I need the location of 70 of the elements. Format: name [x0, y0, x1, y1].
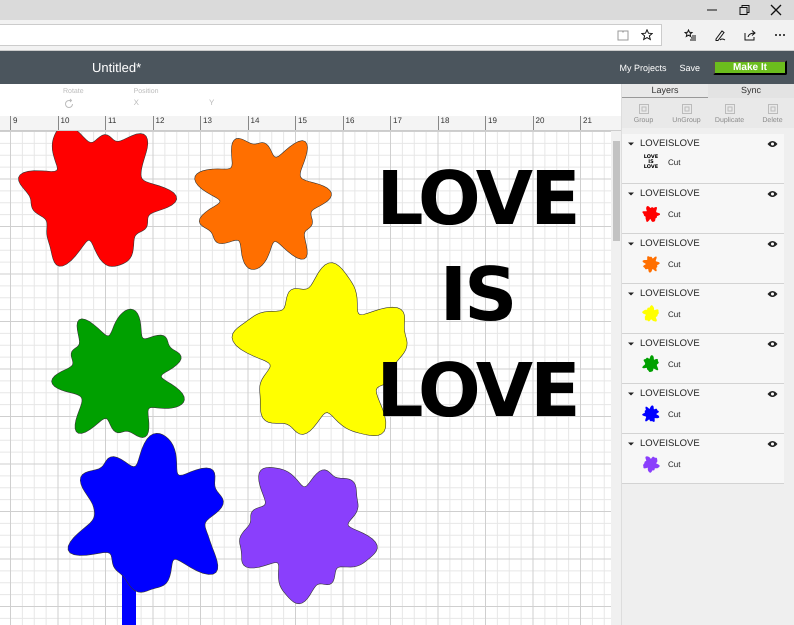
header-link[interactable]: Save: [679, 62, 700, 72]
ruler-number: 20: [532, 116, 580, 130]
eye-icon[interactable]: [767, 440, 778, 448]
layer-operation: Cut: [668, 158, 680, 167]
caret-icon[interactable]: [628, 440, 634, 446]
layer-name: LOVEISLOVE: [640, 388, 701, 399]
caret-icon[interactable]: [628, 290, 634, 296]
layer-item[interactable]: LOVEISLOVE Cut: [622, 184, 784, 234]
header-link[interactable]: My Projects: [619, 62, 666, 72]
share-icon[interactable]: [744, 29, 756, 41]
panel-tab[interactable]: Layers: [622, 84, 708, 98]
layer-name: LOVEISLOVE: [640, 238, 701, 249]
paint-splat[interactable]: [68, 433, 224, 625]
caret-icon[interactable]: [628, 340, 634, 346]
eye-icon[interactable]: [767, 290, 778, 298]
ruler-number: 14: [248, 116, 295, 130]
y-label: Y: [208, 98, 214, 107]
caret-icon[interactable]: [628, 390, 634, 396]
address-field[interactable]: [0, 24, 662, 46]
layer-item[interactable]: LOVEISLOVE Cut: [622, 234, 784, 284]
favorites-icon[interactable]: [684, 29, 696, 41]
canvas-text[interactable]: LOVE: [376, 151, 578, 247]
ruler-number: 11: [105, 116, 152, 130]
project-title: Untitled*: [92, 60, 142, 75]
layer-operation: Cut: [668, 260, 680, 268]
layer-operation: Cut: [668, 410, 680, 418]
ruler-number: 18: [438, 116, 485, 130]
star-icon[interactable]: [641, 29, 653, 41]
ruler-number: 12: [152, 116, 200, 130]
x-label: X: [134, 98, 139, 107]
action-icon: [724, 102, 736, 114]
layer-operation: Cut: [668, 460, 680, 468]
scrollbar-thumb[interactable]: [612, 141, 620, 241]
eye-icon[interactable]: [767, 340, 778, 348]
eye-icon[interactable]: [767, 390, 778, 398]
layer-name: LOVEISLOVE: [640, 288, 701, 299]
caret-icon[interactable]: [628, 240, 634, 246]
pen-icon[interactable]: [714, 29, 726, 41]
ruler-number: 16: [342, 116, 390, 130]
layer-item[interactable]: LOVEISLOVE Cut: [622, 284, 784, 334]
close-icon[interactable]: [770, 4, 782, 16]
layer-item[interactable]: LOVEISLOVE Cut: [622, 384, 784, 434]
canvas-text[interactable]: IS: [440, 247, 514, 343]
ruler-number: 13: [200, 116, 248, 130]
ruler-number: 9: [10, 116, 58, 130]
layer-name: LOVEISLOVE: [640, 138, 701, 149]
action-icon: [680, 102, 692, 114]
eye-icon[interactable]: [767, 190, 778, 198]
layer-operation: Cut: [668, 210, 680, 218]
layer-operation: Cut: [668, 360, 680, 368]
eye-icon[interactable]: [767, 140, 778, 148]
action-icon: [638, 102, 650, 114]
ruler-number: 19: [485, 116, 532, 130]
caret-icon[interactable]: [628, 140, 634, 146]
restore-icon[interactable]: [738, 4, 750, 16]
layer-operation: Cut: [668, 310, 680, 318]
layer-name: LOVEISLOVE: [640, 438, 701, 449]
ruler-number: 17: [390, 116, 438, 130]
caret-icon[interactable]: [628, 190, 634, 196]
panel-tab[interactable]: Sync: [708, 84, 794, 98]
canvas-text[interactable]: LOVE: [376, 343, 578, 439]
ruler-number: 10: [58, 116, 105, 130]
action-icon: [766, 102, 778, 114]
ruler-number: 15: [295, 116, 342, 130]
book-icon[interactable]: [617, 29, 629, 41]
layer-item[interactable]: LOVEISLOVE Cut: [622, 434, 784, 484]
layer-name: LOVEISLOVE: [640, 188, 701, 199]
layer-name: LOVEISLOVE: [640, 338, 701, 349]
eye-icon[interactable]: [767, 240, 778, 248]
layer-item[interactable]: LOVEISLOVE Cut: [622, 334, 784, 384]
